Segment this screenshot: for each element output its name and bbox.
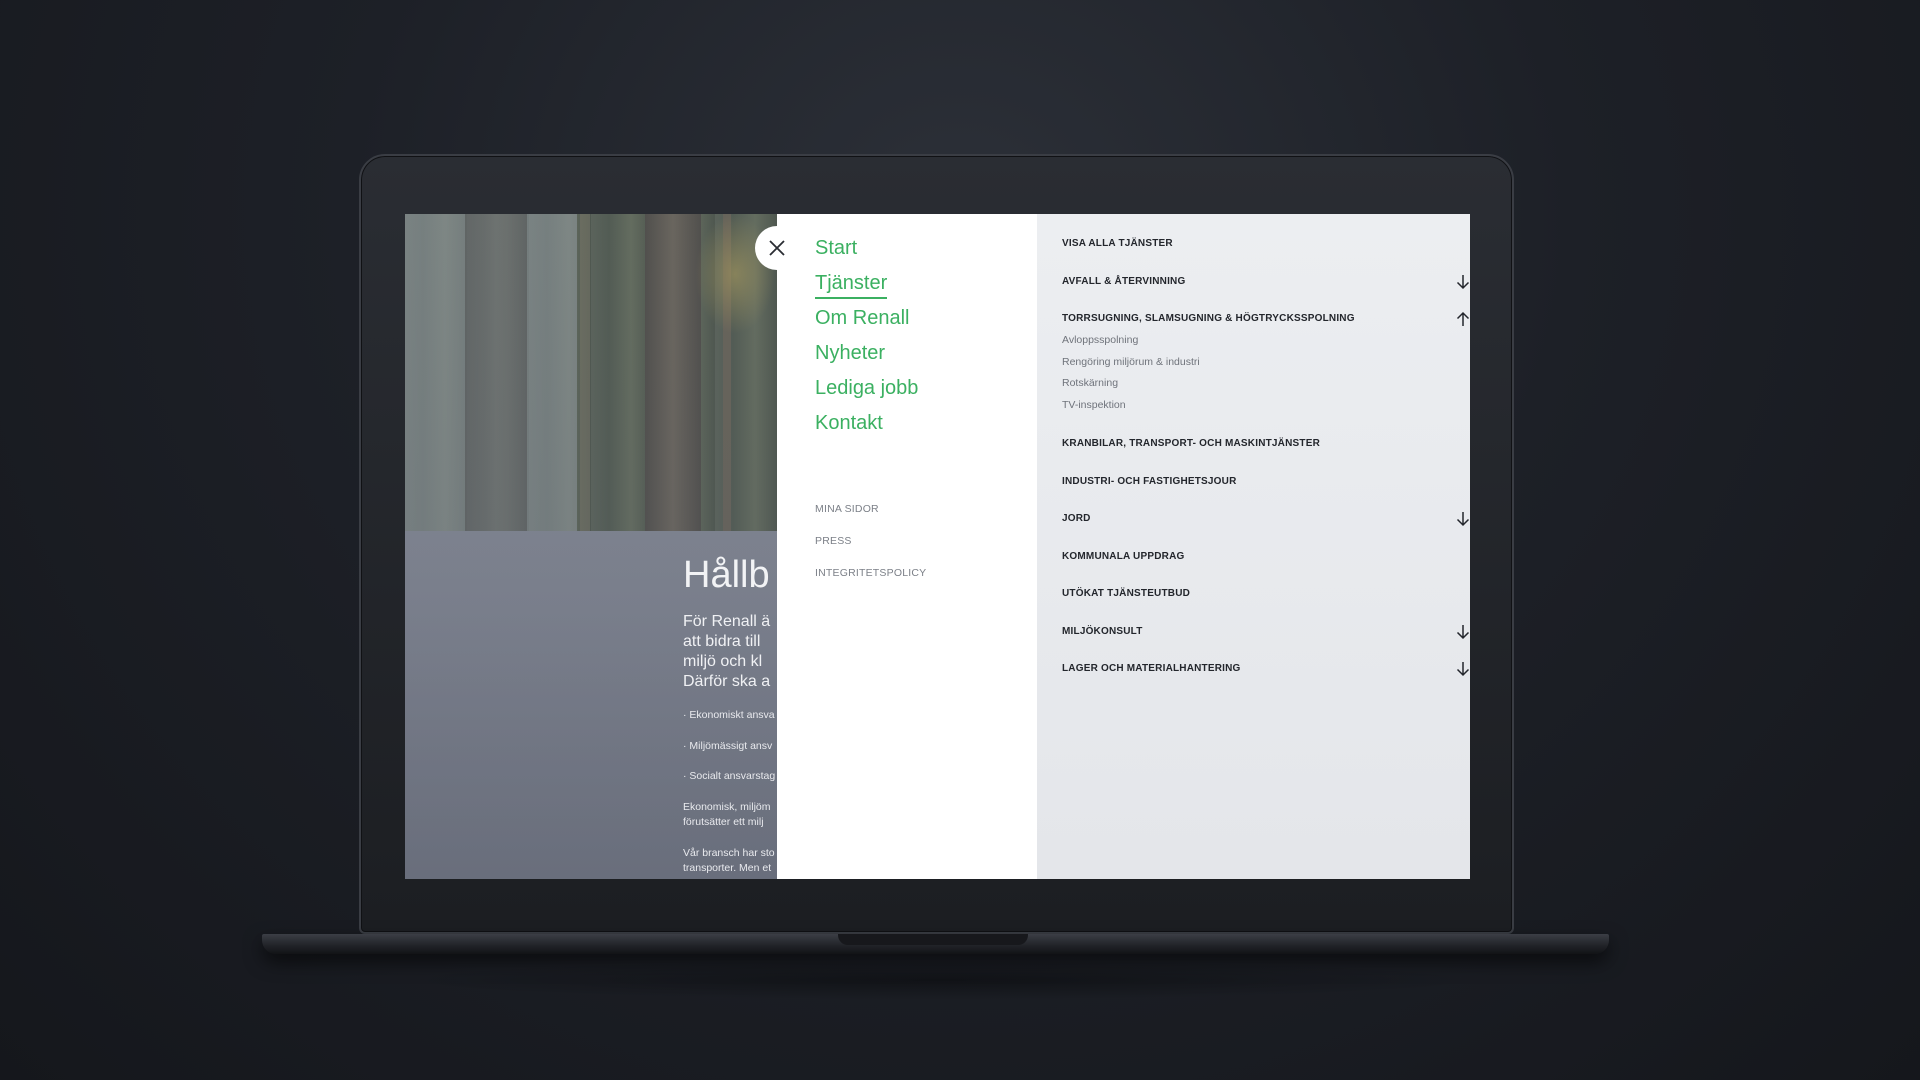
submenu-item[interactable]: TV-inspektion <box>1062 395 1462 417</box>
service-item-avfall[interactable]: AVFALL & ÅTERVINNING <box>1062 275 1470 290</box>
paragraph-line: Ekonomisk, miljöm <box>683 801 771 813</box>
service-label: TORRSUGNING, SLAMSUGNING & HÖGTRYCKSSPOL… <box>1062 313 1355 324</box>
nav-item-lediga-jobb[interactable]: Lediga jobb <box>815 374 918 409</box>
service-item-jord[interactable]: JORD <box>1062 512 1470 527</box>
paragraph-line: transporter. Men et <box>683 862 772 874</box>
service-label: JORD <box>1062 513 1091 524</box>
service-item-miljokonsult[interactable]: MILJÖKONSULT <box>1062 625 1470 640</box>
submenu-item[interactable]: Rotskärning <box>1062 373 1462 395</box>
nav-item-label: Tjänster <box>815 272 888 299</box>
service-label: UTÖKAT TJÄNSTEUTBUD <box>1062 588 1191 599</box>
close-icon <box>769 240 785 256</box>
service-label: KOMMUNALA UPPDRAG <box>1062 551 1185 562</box>
service-item-lager[interactable]: LAGER OCH MATERIALHANTERING <box>1062 662 1470 677</box>
primary-nav: Start Tjänster Om Renall Nyheter Lediga … <box>815 234 918 444</box>
arrow-down-icon[interactable] <box>1454 660 1470 678</box>
nav-item-label: Lediga jobb <box>815 377 919 399</box>
arrow-down-icon[interactable] <box>1454 623 1470 641</box>
laptop-notch <box>838 934 1028 945</box>
nav-item-nyheter[interactable]: Nyheter <box>815 339 918 374</box>
nav-item-label: Om Renall <box>815 307 910 329</box>
bullet-item: · Miljömässigt ansv <box>683 740 773 752</box>
paragraph: Ekonomisk, miljöm förutsätter ett milj <box>683 800 771 830</box>
submenu-item[interactable]: Rengöring miljörum & industri <box>1062 352 1462 374</box>
close-menu-button[interactable] <box>755 226 799 270</box>
nav-link-press[interactable]: PRESS <box>815 534 926 566</box>
nav-link-mina-sidor[interactable]: MINA SIDOR <box>815 502 926 534</box>
service-label: AVFALL & ÅTERVINNING <box>1062 276 1186 287</box>
nav-item-label: Kontakt <box>815 412 883 434</box>
submenu-item[interactable]: Avloppsspolning <box>1062 330 1462 352</box>
paragraph: Vår bransch har sto transporter. Men et <box>683 846 775 876</box>
service-item-kommunala[interactable]: KOMMUNALA UPPDRAG <box>1062 551 1462 563</box>
nav-item-start[interactable]: Start <box>815 234 918 269</box>
arrow-down-icon[interactable] <box>1454 510 1470 528</box>
paragraph-line: förutsätter ett milj <box>683 816 764 828</box>
nav-link-integritetspolicy[interactable]: INTEGRITETSPOLICY <box>815 566 926 598</box>
service-item-utokat[interactable]: UTÖKAT TJÄNSTEUTBUD <box>1062 588 1462 600</box>
paragraph-line: Vår bransch har sto <box>683 847 775 859</box>
laptop-shadow <box>390 960 1490 1000</box>
service-label: INDUSTRI- OCH FASTIGHETSJOUR <box>1062 476 1237 487</box>
service-item-visa-alla[interactable]: VISA ALLA TJÄNSTER <box>1062 238 1462 250</box>
service-item-industri[interactable]: INDUSTRI- OCH FASTIGHETSJOUR <box>1062 476 1462 488</box>
arrow-down-icon[interactable] <box>1454 273 1470 291</box>
submenu-list: Avloppsspolning Rengöring miljörum & ind… <box>1062 330 1462 416</box>
bullet-item: · Socialt ansvarstag <box>683 770 776 782</box>
service-label: KRANBILAR, TRANSPORT- OCH MASKINTJÄNSTER <box>1062 438 1320 449</box>
screen: Hållb För Renall ä att bidra till miljö … <box>405 214 1470 879</box>
page-heading: Hållb <box>683 554 770 596</box>
nav-item-tjanster[interactable]: Tjänster <box>815 269 918 304</box>
bullet-item: · Ekonomiskt ansva <box>683 709 775 721</box>
service-item-kranbilar[interactable]: KRANBILAR, TRANSPORT- OCH MASKINTJÄNSTER <box>1062 438 1462 450</box>
nav-item-om-renall[interactable]: Om Renall <box>815 304 918 339</box>
service-label: MILJÖKONSULT <box>1062 626 1143 637</box>
service-label: LAGER OCH MATERIALHANTERING <box>1062 663 1241 674</box>
nav-item-kontakt[interactable]: Kontakt <box>815 409 918 444</box>
service-label: VISA ALLA TJÄNSTER <box>1062 238 1173 249</box>
nav-item-label: Nyheter <box>815 342 886 364</box>
service-item-torrsugning[interactable]: TORRSUGNING, SLAMSUGNING & HÖGTRYCKSSPOL… <box>1062 311 1470 416</box>
nav-item-label: Start <box>815 237 858 259</box>
secondary-nav: MINA SIDOR PRESS INTEGRITETSPOLICY <box>815 502 926 598</box>
arrow-up-icon[interactable] <box>1454 310 1470 328</box>
